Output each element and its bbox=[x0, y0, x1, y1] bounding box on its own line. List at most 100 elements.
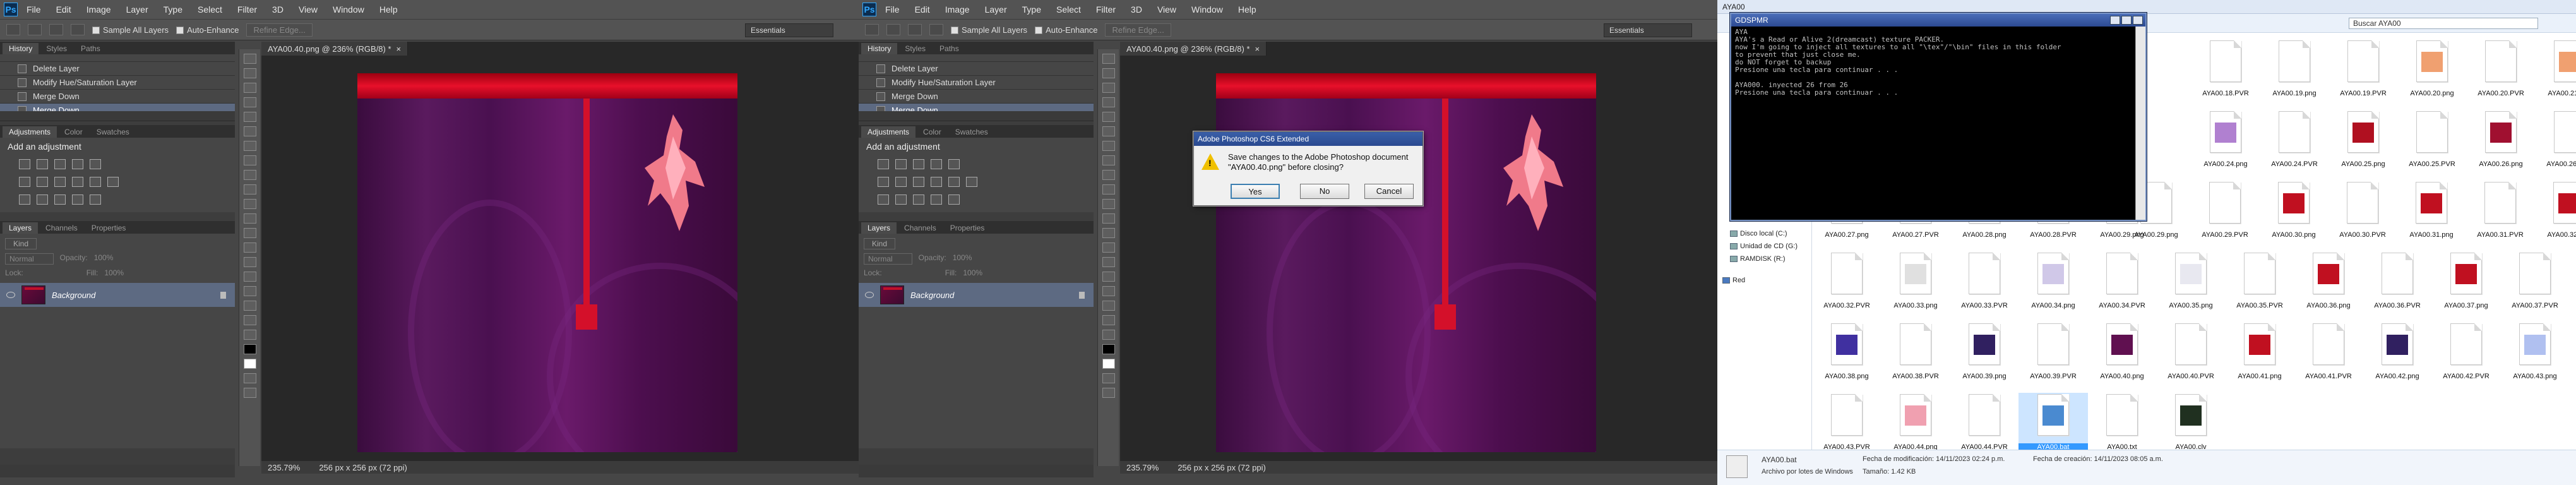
color-balance-icon[interactable] bbox=[37, 177, 48, 187]
file-item[interactable]: AYA00.18.PVR bbox=[2191, 39, 2260, 110]
brush-tool-icon[interactable] bbox=[1102, 155, 1115, 165]
file-item[interactable]: AYA00.25.PVR bbox=[2397, 110, 2467, 181]
file-item[interactable]: AYA00.35.PVR bbox=[2225, 251, 2294, 322]
menu-window[interactable]: Window bbox=[326, 4, 371, 15]
dodge-tool-icon[interactable] bbox=[1102, 242, 1115, 253]
gradient-map-icon[interactable] bbox=[90, 195, 101, 205]
file-item[interactable]: AYA00.37.PVR bbox=[2500, 251, 2570, 322]
brightness-icon[interactable] bbox=[878, 159, 889, 169]
gradient-map-icon[interactable] bbox=[948, 195, 960, 205]
tab-styles[interactable]: Styles bbox=[40, 43, 73, 54]
menu-view[interactable]: View bbox=[1151, 4, 1183, 15]
quick-select-icon[interactable] bbox=[865, 24, 879, 35]
history-item-selected[interactable]: Merge Down bbox=[0, 104, 235, 111]
menu-layer[interactable]: Layer bbox=[120, 4, 155, 15]
file-item[interactable]: AYA00.36.png bbox=[2294, 251, 2363, 322]
quick-mask-icon[interactable] bbox=[1102, 373, 1115, 383]
tab-properties[interactable]: Properties bbox=[85, 222, 133, 234]
file-item[interactable]: AYA00.39.PVR bbox=[2018, 322, 2088, 393]
invert-icon[interactable] bbox=[878, 195, 889, 205]
refine-edge-button[interactable]: Refine Edge... bbox=[246, 23, 313, 37]
shape-tool-icon[interactable] bbox=[243, 301, 256, 311]
nav-item-network[interactable]: Red bbox=[1722, 277, 1745, 284]
pen-tool-icon[interactable] bbox=[243, 257, 256, 267]
workspace-select[interactable]: Essentials bbox=[1604, 23, 1692, 37]
color-lookup-icon[interactable] bbox=[107, 177, 119, 187]
brush-tool-icon[interactable] bbox=[243, 155, 256, 165]
move-tool-icon[interactable] bbox=[1102, 54, 1115, 64]
minimize-icon[interactable] bbox=[2110, 16, 2120, 25]
file-item[interactable]: AYA00.42.png bbox=[2363, 322, 2432, 393]
photo-filter-icon[interactable] bbox=[72, 177, 83, 187]
type-tool-icon[interactable] bbox=[243, 272, 256, 282]
file-item[interactable]: AYA00.32.PVR bbox=[1812, 251, 1881, 322]
file-item[interactable]: AYA00.42.PVR bbox=[2431, 322, 2501, 393]
dodge-tool-icon[interactable] bbox=[243, 242, 256, 253]
crop-tool-icon[interactable] bbox=[243, 112, 256, 122]
threshold-icon[interactable] bbox=[54, 195, 66, 205]
tab-paths[interactable]: Paths bbox=[75, 43, 107, 54]
tab-styles[interactable]: Styles bbox=[898, 43, 932, 54]
screen-mode-icon[interactable] bbox=[243, 388, 256, 398]
sample-all-layers-checkbox[interactable]: Sample All Layers bbox=[951, 25, 1027, 35]
tab-history[interactable]: History bbox=[3, 43, 39, 54]
document-canvas[interactable] bbox=[357, 73, 737, 452]
blur-tool-icon[interactable] bbox=[243, 228, 256, 238]
nav-item-cd-drive[interactable]: Unidad de CD (G:) bbox=[1730, 242, 1798, 250]
history-brush-tool-icon[interactable] bbox=[1102, 184, 1115, 195]
eraser-tool-icon[interactable] bbox=[1102, 199, 1115, 209]
tab-swatches[interactable]: Swatches bbox=[90, 126, 136, 138]
menu-file[interactable]: File bbox=[20, 4, 47, 15]
file-item[interactable]: AYA00.24.png bbox=[2191, 110, 2260, 181]
menu-window[interactable]: Window bbox=[1185, 4, 1229, 15]
eye-icon[interactable] bbox=[865, 292, 874, 298]
background-color-icon[interactable] bbox=[1102, 359, 1115, 369]
tab-layers[interactable]: Layers bbox=[861, 222, 897, 234]
brush-subtract-icon[interactable] bbox=[908, 24, 922, 35]
brush-add-icon[interactable] bbox=[886, 24, 900, 35]
brush-size-icon[interactable] bbox=[929, 24, 943, 35]
close-icon[interactable]: × bbox=[397, 44, 402, 54]
tab-color[interactable]: Color bbox=[58, 126, 89, 138]
file-item[interactable]: AYA00.36.PVR bbox=[2363, 251, 2432, 322]
fill-field[interactable]: 100% bbox=[963, 268, 982, 277]
file-item[interactable]: AYA00.40.png bbox=[2087, 322, 2157, 393]
auto-enhance-checkbox[interactable]: Auto-Enhance bbox=[1035, 25, 1097, 35]
file-item[interactable]: AYA00.31.PVR bbox=[2466, 181, 2535, 251]
fill-field[interactable]: 100% bbox=[104, 268, 124, 277]
file-item[interactable]: AYA00.34.PVR bbox=[2087, 251, 2157, 322]
file-item[interactable]: AYA00.38.PVR bbox=[1881, 322, 1950, 393]
maximize-icon[interactable] bbox=[2121, 16, 2132, 25]
vibrance-icon[interactable] bbox=[948, 159, 960, 169]
file-item[interactable]: AYA00.19.PVR bbox=[2329, 39, 2398, 110]
black-white-icon[interactable] bbox=[54, 177, 66, 187]
brush-size-icon[interactable] bbox=[71, 24, 85, 35]
lock-icons[interactable] bbox=[30, 268, 80, 277]
hand-tool-icon[interactable] bbox=[243, 315, 256, 325]
foreground-color-icon[interactable] bbox=[243, 344, 256, 354]
black-white-icon[interactable] bbox=[913, 177, 924, 187]
exposure-icon[interactable] bbox=[72, 159, 83, 169]
file-item[interactable]: AYA00.29.PVR bbox=[2190, 181, 2260, 251]
document-tab[interactable]: AYA00.40.png @ 236% (RGB/8) * × bbox=[261, 42, 408, 56]
yes-button[interactable]: Yes bbox=[1231, 184, 1280, 199]
menu-select[interactable]: Select bbox=[191, 4, 229, 15]
menu-3d[interactable]: 3D bbox=[266, 4, 290, 15]
file-item[interactable]: AYA00.24.PVR bbox=[2260, 110, 2329, 181]
menu-file[interactable]: File bbox=[879, 4, 906, 15]
history-brush-tool-icon[interactable] bbox=[243, 184, 256, 195]
file-item[interactable]: AYA00.40.PVR bbox=[2156, 322, 2226, 393]
file-item[interactable]: AYA00.38.png bbox=[1812, 322, 1881, 393]
healing-tool-icon[interactable] bbox=[243, 141, 256, 151]
eyedropper-tool-icon[interactable] bbox=[1102, 126, 1115, 136]
file-item[interactable]: AYA00.39.png bbox=[1950, 322, 2019, 393]
stamp-tool-icon[interactable] bbox=[243, 170, 256, 180]
file-item[interactable]: AYA00.35.png bbox=[2156, 251, 2226, 322]
invert-icon[interactable] bbox=[19, 195, 30, 205]
tab-channels[interactable]: Channels bbox=[898, 222, 943, 234]
quick-mask-icon[interactable] bbox=[243, 373, 256, 383]
marquee-tool-icon[interactable] bbox=[243, 68, 256, 78]
history-item[interactable]: Modify Hue/Saturation Layer bbox=[0, 76, 235, 90]
layer-filter-kind[interactable]: Kind bbox=[5, 238, 37, 249]
history-item[interactable]: Merge Down bbox=[0, 90, 235, 104]
